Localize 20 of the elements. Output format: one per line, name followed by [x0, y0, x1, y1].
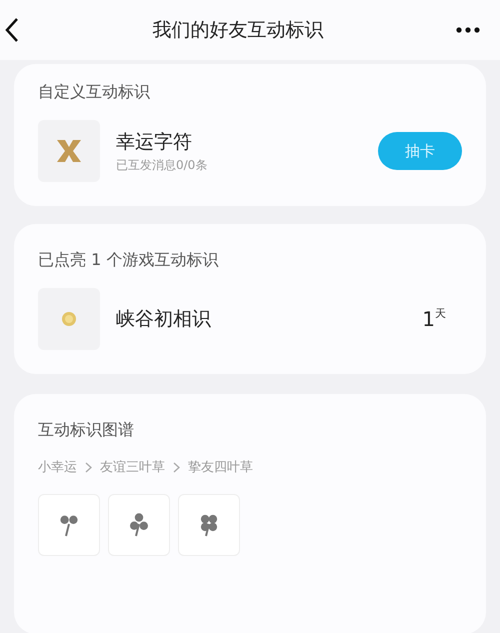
stage-label: 友谊三叶草 — [100, 459, 165, 477]
message-count: 已互发消息0/0条 — [116, 157, 208, 174]
more-icon[interactable] — [456, 27, 480, 33]
mark-name: 幸运字符 — [116, 130, 193, 155]
stage-label: 小幸运 — [38, 459, 77, 477]
chevron-icon — [173, 462, 180, 474]
letter-x-icon — [38, 120, 100, 182]
page-title: 我们的好友互动标识 — [152, 18, 324, 43]
day-unit: 天 — [435, 306, 446, 322]
section-heading: 已点亮 1 个游戏互动标识 — [38, 249, 220, 271]
day-count: 1 — [422, 306, 435, 333]
mark-name: 峡谷初相识 — [116, 306, 212, 332]
chevron-icon — [85, 462, 92, 474]
stage-label: 挚友四叶草 — [188, 459, 253, 477]
back-icon[interactable] — [4, 17, 20, 43]
clover-icon — [127, 512, 151, 538]
draw-button[interactable]: 抽卡 — [378, 132, 462, 170]
section-heading: 互动标识图谱 — [38, 419, 135, 441]
badge-icon — [38, 288, 100, 350]
section-heading: 自定义互动标识 — [38, 81, 151, 103]
